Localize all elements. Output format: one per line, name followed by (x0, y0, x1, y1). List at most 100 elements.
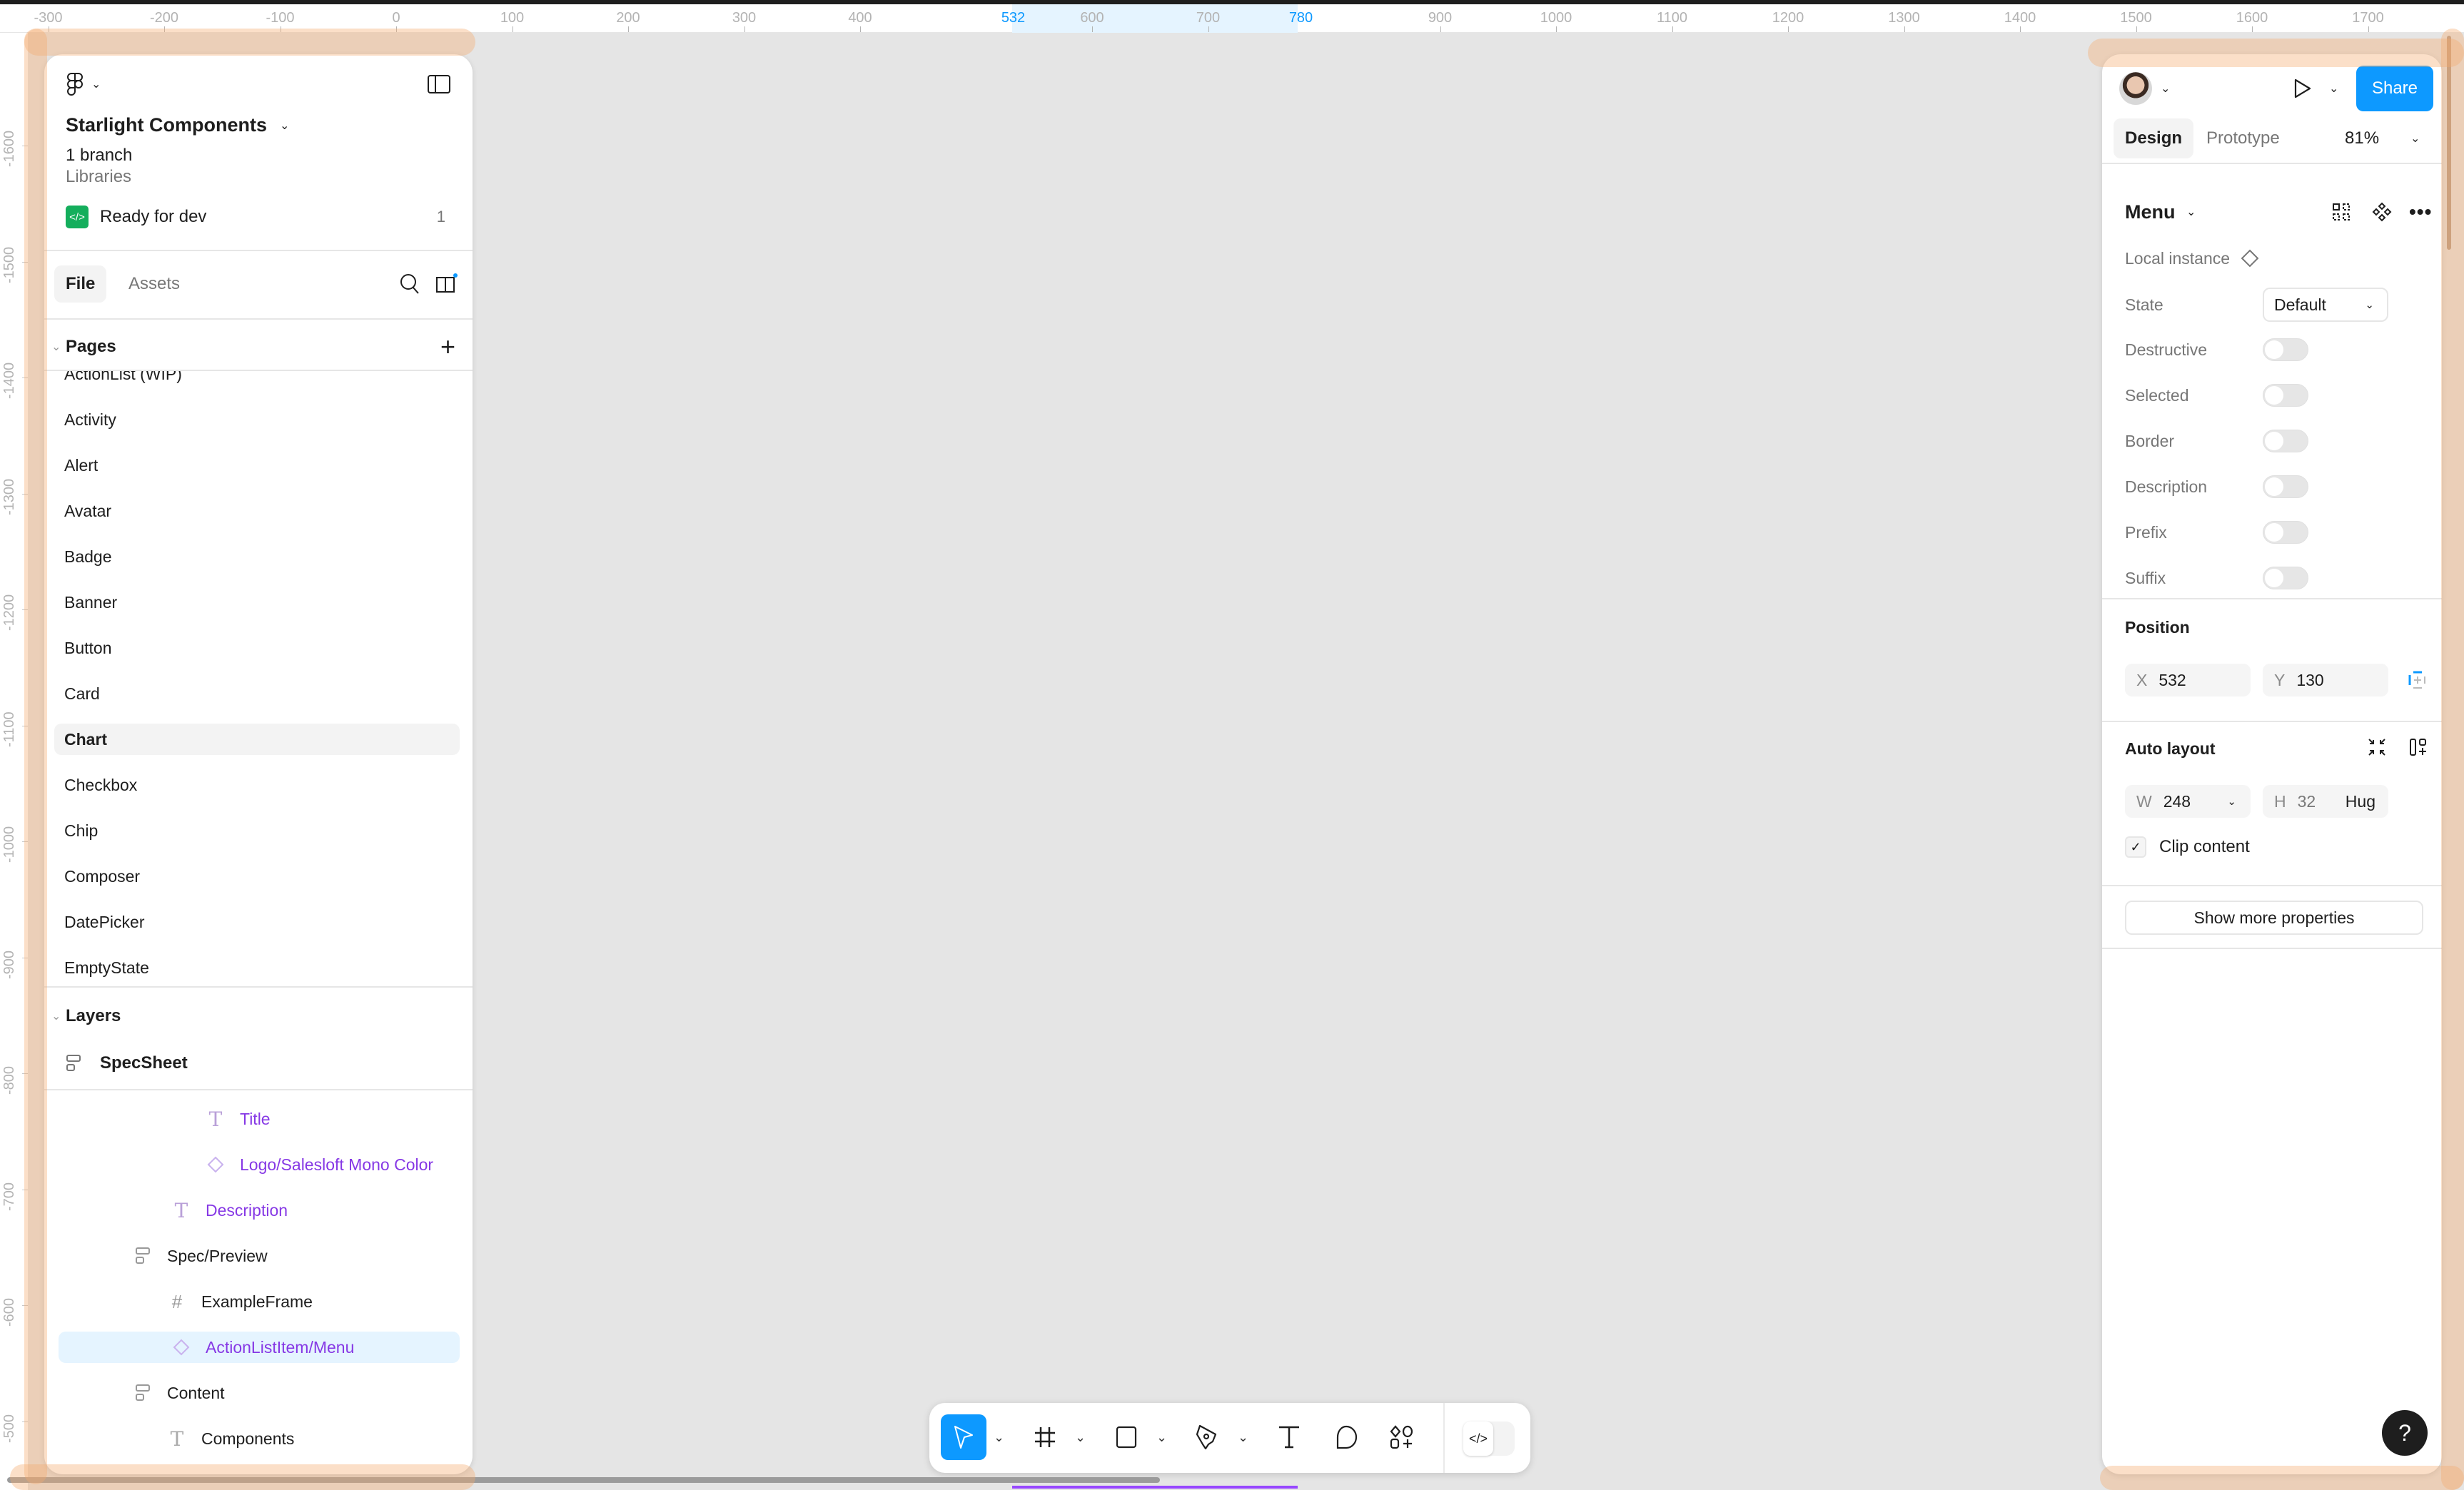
component-icon[interactable] (2372, 202, 2392, 222)
page-item[interactable]: Card (54, 678, 460, 709)
shape-tool-chevron-icon[interactable]: ⌄ (1156, 1430, 1167, 1445)
page-item[interactable]: DatePicker (54, 906, 460, 938)
chevron-down-icon[interactable]: ⌄ (2186, 205, 2196, 219)
collapse-pages-icon[interactable]: ⌄ (51, 340, 61, 354)
page-item-active[interactable]: Chart (54, 724, 460, 755)
layer-item[interactable]: Logo/Salesloft Mono Color (59, 1149, 460, 1180)
layer-item[interactable]: T Description (59, 1195, 460, 1226)
x-input[interactable]: X 532 (2125, 664, 2251, 696)
dev-mode-toggle[interactable]: </> (1463, 1421, 1515, 1456)
comment-tool[interactable] (1323, 1414, 1369, 1460)
frame-tool[interactable] (1022, 1414, 1068, 1460)
pinned-layer-specsheet[interactable]: SpecSheet (44, 1046, 473, 1080)
chevron-down-icon[interactable]: ⌄ (91, 77, 101, 91)
pen-tool[interactable] (1185, 1414, 1231, 1460)
chevron-down-icon[interactable]: ⌄ (2161, 81, 2170, 96)
vertical-scrollbar[interactable] (2447, 36, 2451, 250)
user-avatar[interactable] (2119, 72, 2152, 105)
ruler-tick-label: -200 (149, 10, 179, 26)
ruler-tick-label: -1300 (1, 478, 17, 515)
shape-tool[interactable] (1104, 1414, 1149, 1460)
selected-toggle[interactable] (2263, 384, 2308, 407)
ready-for-dev-row[interactable]: </> Ready for dev 1 (44, 201, 473, 233)
component-name[interactable]: Menu (2125, 201, 2176, 223)
ruler-tick-label: -1000 (1, 826, 17, 863)
zoom-level[interactable]: 81% (2345, 128, 2379, 148)
toggle-sidebar-icon[interactable] (427, 75, 451, 93)
layer-item[interactable]: T Title (59, 1103, 460, 1135)
ruler-tick-mark (396, 26, 397, 32)
search-icon[interactable] (400, 273, 420, 295)
actions-icon (1390, 1425, 1413, 1449)
text-tool[interactable] (1266, 1414, 1312, 1460)
library-book-icon[interactable] (435, 273, 458, 295)
page-item[interactable]: Activity (54, 404, 460, 435)
constraints-icon[interactable] (2408, 671, 2426, 689)
width-input[interactable]: W 248 ⌄ (2125, 785, 2251, 818)
share-button[interactable]: Share (2356, 66, 2433, 111)
layer-item[interactable]: # ExampleFrame (59, 1286, 460, 1317)
page-item[interactable]: Badge (54, 541, 460, 572)
page-item[interactable]: Checkbox (54, 769, 460, 801)
collapse-auto-layout-icon[interactable] (2368, 738, 2386, 756)
chevron-down-icon[interactable]: ⌄ (2329, 81, 2338, 96)
move-tool[interactable] (941, 1414, 986, 1460)
move-tool-chevron-icon[interactable]: ⌄ (994, 1430, 1004, 1445)
toggle-label: Description (2125, 477, 2208, 496)
branch-label[interactable]: 1 branch (66, 146, 132, 166)
auto-layout-icon (66, 1054, 81, 1073)
layer-item-selected[interactable]: ActionListItem/Menu (59, 1332, 460, 1363)
tab-design[interactable]: Design (2114, 118, 2194, 158)
page-item[interactable]: EmptyState (54, 952, 460, 983)
more-options-icon[interactable]: ••• (2409, 201, 2432, 223)
pages-list: ActionList (WIP) Activity Alert Avatar B… (44, 371, 473, 1036)
page-item[interactable]: Alert (54, 450, 460, 481)
page-item[interactable]: Banner (54, 587, 460, 618)
help-button[interactable]: ? (2382, 1410, 2428, 1456)
add-page-icon[interactable]: + (440, 334, 455, 360)
y-input[interactable]: Y 130 (2263, 664, 2388, 696)
destructive-toggle[interactable] (2263, 338, 2308, 361)
show-more-properties-button[interactable]: Show more properties (2125, 901, 2423, 935)
instance-diamond-icon[interactable] (2241, 249, 2259, 268)
pen-tool-chevron-icon[interactable]: ⌄ (1238, 1430, 1248, 1445)
description-toggle[interactable] (2263, 475, 2308, 498)
toggle-label: Prefix (2125, 522, 2167, 542)
chevron-down-icon[interactable]: ⌄ (2227, 795, 2236, 808)
horizontal-scrollbar[interactable] (7, 1477, 1160, 1483)
state-select[interactable]: Default ⌄ (2263, 288, 2388, 322)
layer-label: Logo/Salesloft Mono Color (240, 1155, 434, 1174)
collapse-layers-icon[interactable]: ⌄ (51, 1009, 61, 1023)
chevron-down-icon: ⌄ (2365, 299, 2374, 311)
tab-file[interactable]: File (54, 265, 107, 303)
add-auto-layout-icon[interactable] (2409, 738, 2428, 756)
layer-item[interactable]: Content (59, 1377, 460, 1409)
layer-item[interactable]: Spec/Preview (59, 1240, 460, 1272)
actions-tool[interactable] (1379, 1414, 1425, 1460)
suffix-toggle[interactable] (2263, 567, 2308, 589)
frame-icon: # (171, 1290, 183, 1312)
library-label[interactable]: Libraries (66, 167, 131, 187)
frame-tool-chevron-icon[interactable]: ⌄ (1075, 1430, 1086, 1445)
height-input[interactable]: H 32 Hug (2263, 785, 2388, 818)
ruler-tick-label: -1500 (1, 246, 17, 283)
comment-icon (1336, 1425, 1358, 1449)
file-name[interactable]: Starlight Components ⌄ (66, 114, 289, 136)
page-item[interactable]: ActionList (WIP) (54, 371, 460, 390)
figma-logo-icon[interactable] (66, 72, 84, 96)
page-item[interactable]: Button (54, 632, 460, 664)
prefix-toggle[interactable] (2263, 521, 2308, 544)
select-matching-layers-icon[interactable] (2332, 203, 2351, 221)
h-mode: Hug (2345, 791, 2375, 811)
chevron-down-icon[interactable]: ⌄ (2410, 131, 2420, 146)
present-play-icon[interactable] (2293, 78, 2312, 99)
page-item[interactable]: Chip (54, 815, 460, 846)
toggle-label: Border (2125, 431, 2175, 450)
tab-assets[interactable]: Assets (128, 274, 180, 294)
border-toggle[interactable] (2263, 430, 2308, 452)
tab-prototype[interactable]: Prototype (2206, 128, 2280, 148)
clip-content-checkbox[interactable]: ✓ Clip content (2125, 836, 2250, 858)
page-item[interactable]: Avatar (54, 495, 460, 527)
page-item[interactable]: Composer (54, 861, 460, 892)
layer-item[interactable]: T Components (59, 1423, 460, 1454)
